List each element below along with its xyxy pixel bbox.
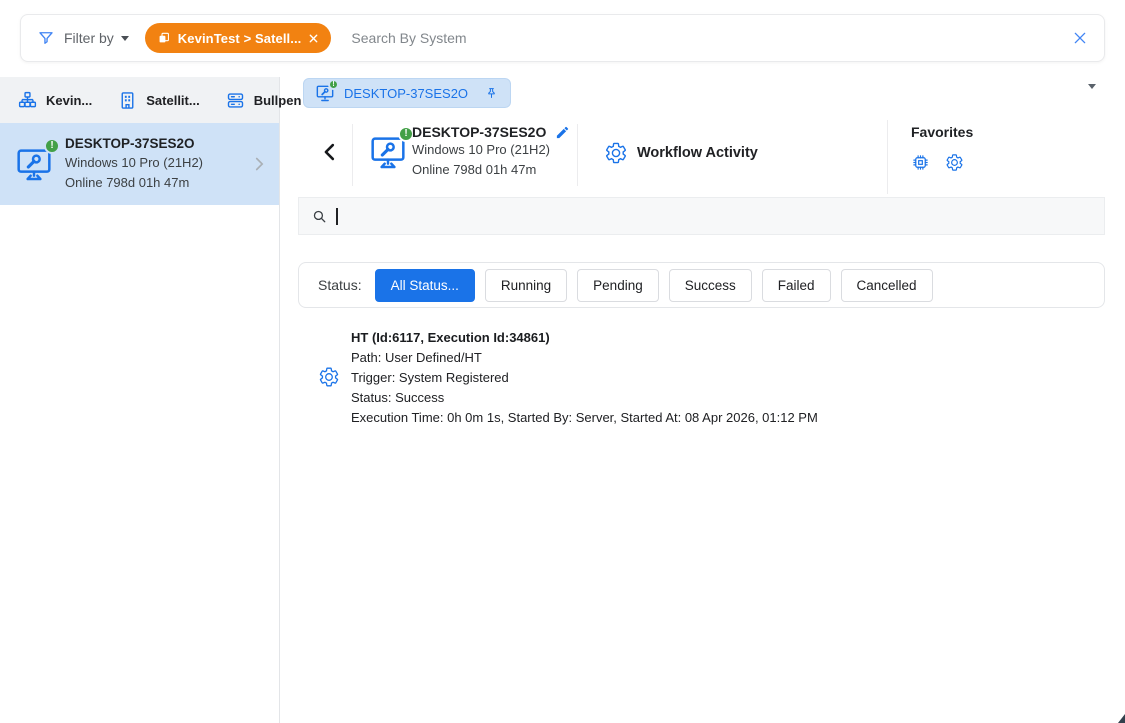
online-alert-badge-icon: !	[328, 79, 339, 90]
header-system-uptime: Online 798d 01h 47m	[412, 160, 570, 180]
clear-search-icon[interactable]	[1072, 30, 1088, 46]
sidebar-tab-label: Kevin...	[46, 93, 92, 108]
activity-path: Path: User Defined/HT	[351, 348, 818, 368]
pin-icon[interactable]	[484, 86, 499, 101]
active-filter-chip[interactable]: KevinTest > Satell...	[145, 23, 332, 53]
status-filter-buttons: All Status... Running Pending Success Failed…	[375, 269, 933, 302]
cpu-chip-icon[interactable]	[911, 153, 930, 172]
status-option-running[interactable]: Running	[485, 269, 567, 302]
search-icon	[311, 208, 328, 225]
header-divider	[577, 124, 578, 186]
system-monitor-wrench-icon: !	[315, 83, 335, 103]
panel-collapse-caret-icon[interactable]	[1088, 84, 1096, 89]
filter-caret-down-icon[interactable]	[121, 36, 129, 41]
activity-trigger: Trigger: System Registered	[351, 368, 818, 388]
workflow-activity-item[interactable]: HT (Id:6117, Execution Id:34861) Path: U…	[318, 328, 818, 428]
filter-chip-remove-icon[interactable]	[308, 33, 319, 44]
global-filter-bar: Filter by KevinTest > Satell...	[20, 14, 1105, 62]
filter-by-label[interactable]: Filter by	[64, 30, 114, 46]
header-system-name: DESKTOP-37SES2O	[412, 124, 546, 140]
systems-sidebar: Kevin... Satellit...	[0, 77, 280, 723]
header-divider	[352, 124, 353, 186]
system-uptime: Online 798d 01h 47m	[65, 173, 203, 193]
activity-execution: Execution Time: 0h 0m 1s, Started By: Se…	[351, 408, 818, 428]
status-option-all-status[interactable]: All Status...	[375, 269, 475, 302]
text-cursor	[336, 208, 338, 225]
sidebar-tabstrip: Kevin... Satellit...	[0, 77, 279, 123]
sidebar-tab-kevin[interactable]: Kevin...	[17, 90, 92, 111]
server-stack-icon	[225, 90, 246, 111]
system-name: DESKTOP-37SES2O	[65, 136, 203, 151]
group-copy-icon	[157, 31, 171, 45]
header-system-os: Windows 10 Pro (21H2)	[412, 140, 570, 160]
status-option-failed[interactable]: Failed	[762, 269, 831, 302]
org-chart-icon	[17, 90, 38, 111]
open-system-tab-chip[interactable]: ! DESKTOP-37SES2O	[303, 78, 511, 108]
sidebar-tab-label: Bullpen	[254, 93, 302, 108]
sidebar-tab-bullpen[interactable]: Bullpen	[225, 90, 302, 111]
activity-gear-icon	[318, 366, 340, 428]
system-list-item[interactable]: ! DESKTOP-37SES2O Windows 10 Pro (21H2) …	[0, 123, 279, 205]
sidebar-tab-satellite[interactable]: Satellit...	[117, 90, 199, 111]
status-filter-bar: Status: All Status... Running Pending Succe…	[298, 262, 1105, 308]
chevron-right-icon[interactable]	[251, 153, 267, 175]
back-button[interactable]	[317, 139, 343, 165]
activity-title: HT (Id:6117, Execution Id:34861)	[351, 328, 818, 348]
sidebar-tab-label: Satellit...	[146, 93, 199, 108]
search-by-system-input[interactable]	[351, 30, 1072, 46]
filter-funnel-icon[interactable]	[37, 29, 55, 47]
system-monitor-wrench-icon: !	[14, 144, 54, 184]
filter-chip-label: KevinTest > Satell...	[178, 31, 302, 46]
system-tab-label: DESKTOP-37SES2O	[344, 86, 468, 101]
header-divider	[887, 120, 888, 194]
system-monitor-wrench-icon: !	[368, 132, 408, 172]
system-os: Windows 10 Pro (21H2)	[65, 153, 203, 173]
status-option-pending[interactable]: Pending	[577, 269, 659, 302]
system-header-info: DESKTOP-37SES2O Windows 10 Pro (21H2) On…	[412, 124, 570, 180]
edit-pencil-icon[interactable]	[555, 125, 570, 140]
app-root: Filter by KevinTest > Satell...	[0, 0, 1125, 723]
favorites-gear-icon[interactable]	[945, 153, 964, 172]
status-option-cancelled[interactable]: Cancelled	[841, 269, 933, 302]
online-alert-badge-icon: !	[44, 138, 60, 154]
status-option-success[interactable]: Success	[669, 269, 752, 302]
favorites-section: Favorites	[911, 124, 973, 172]
workflow-activity-title: Workflow Activity	[637, 145, 758, 161]
activity-status: Status: Success	[351, 388, 818, 408]
building-icon	[117, 90, 138, 111]
favorites-title: Favorites	[911, 124, 973, 140]
resize-corner-mark	[1118, 714, 1125, 723]
status-label: Status:	[318, 277, 362, 293]
workflow-search-box[interactable]	[298, 197, 1105, 235]
workflow-gear-icon	[604, 141, 628, 165]
